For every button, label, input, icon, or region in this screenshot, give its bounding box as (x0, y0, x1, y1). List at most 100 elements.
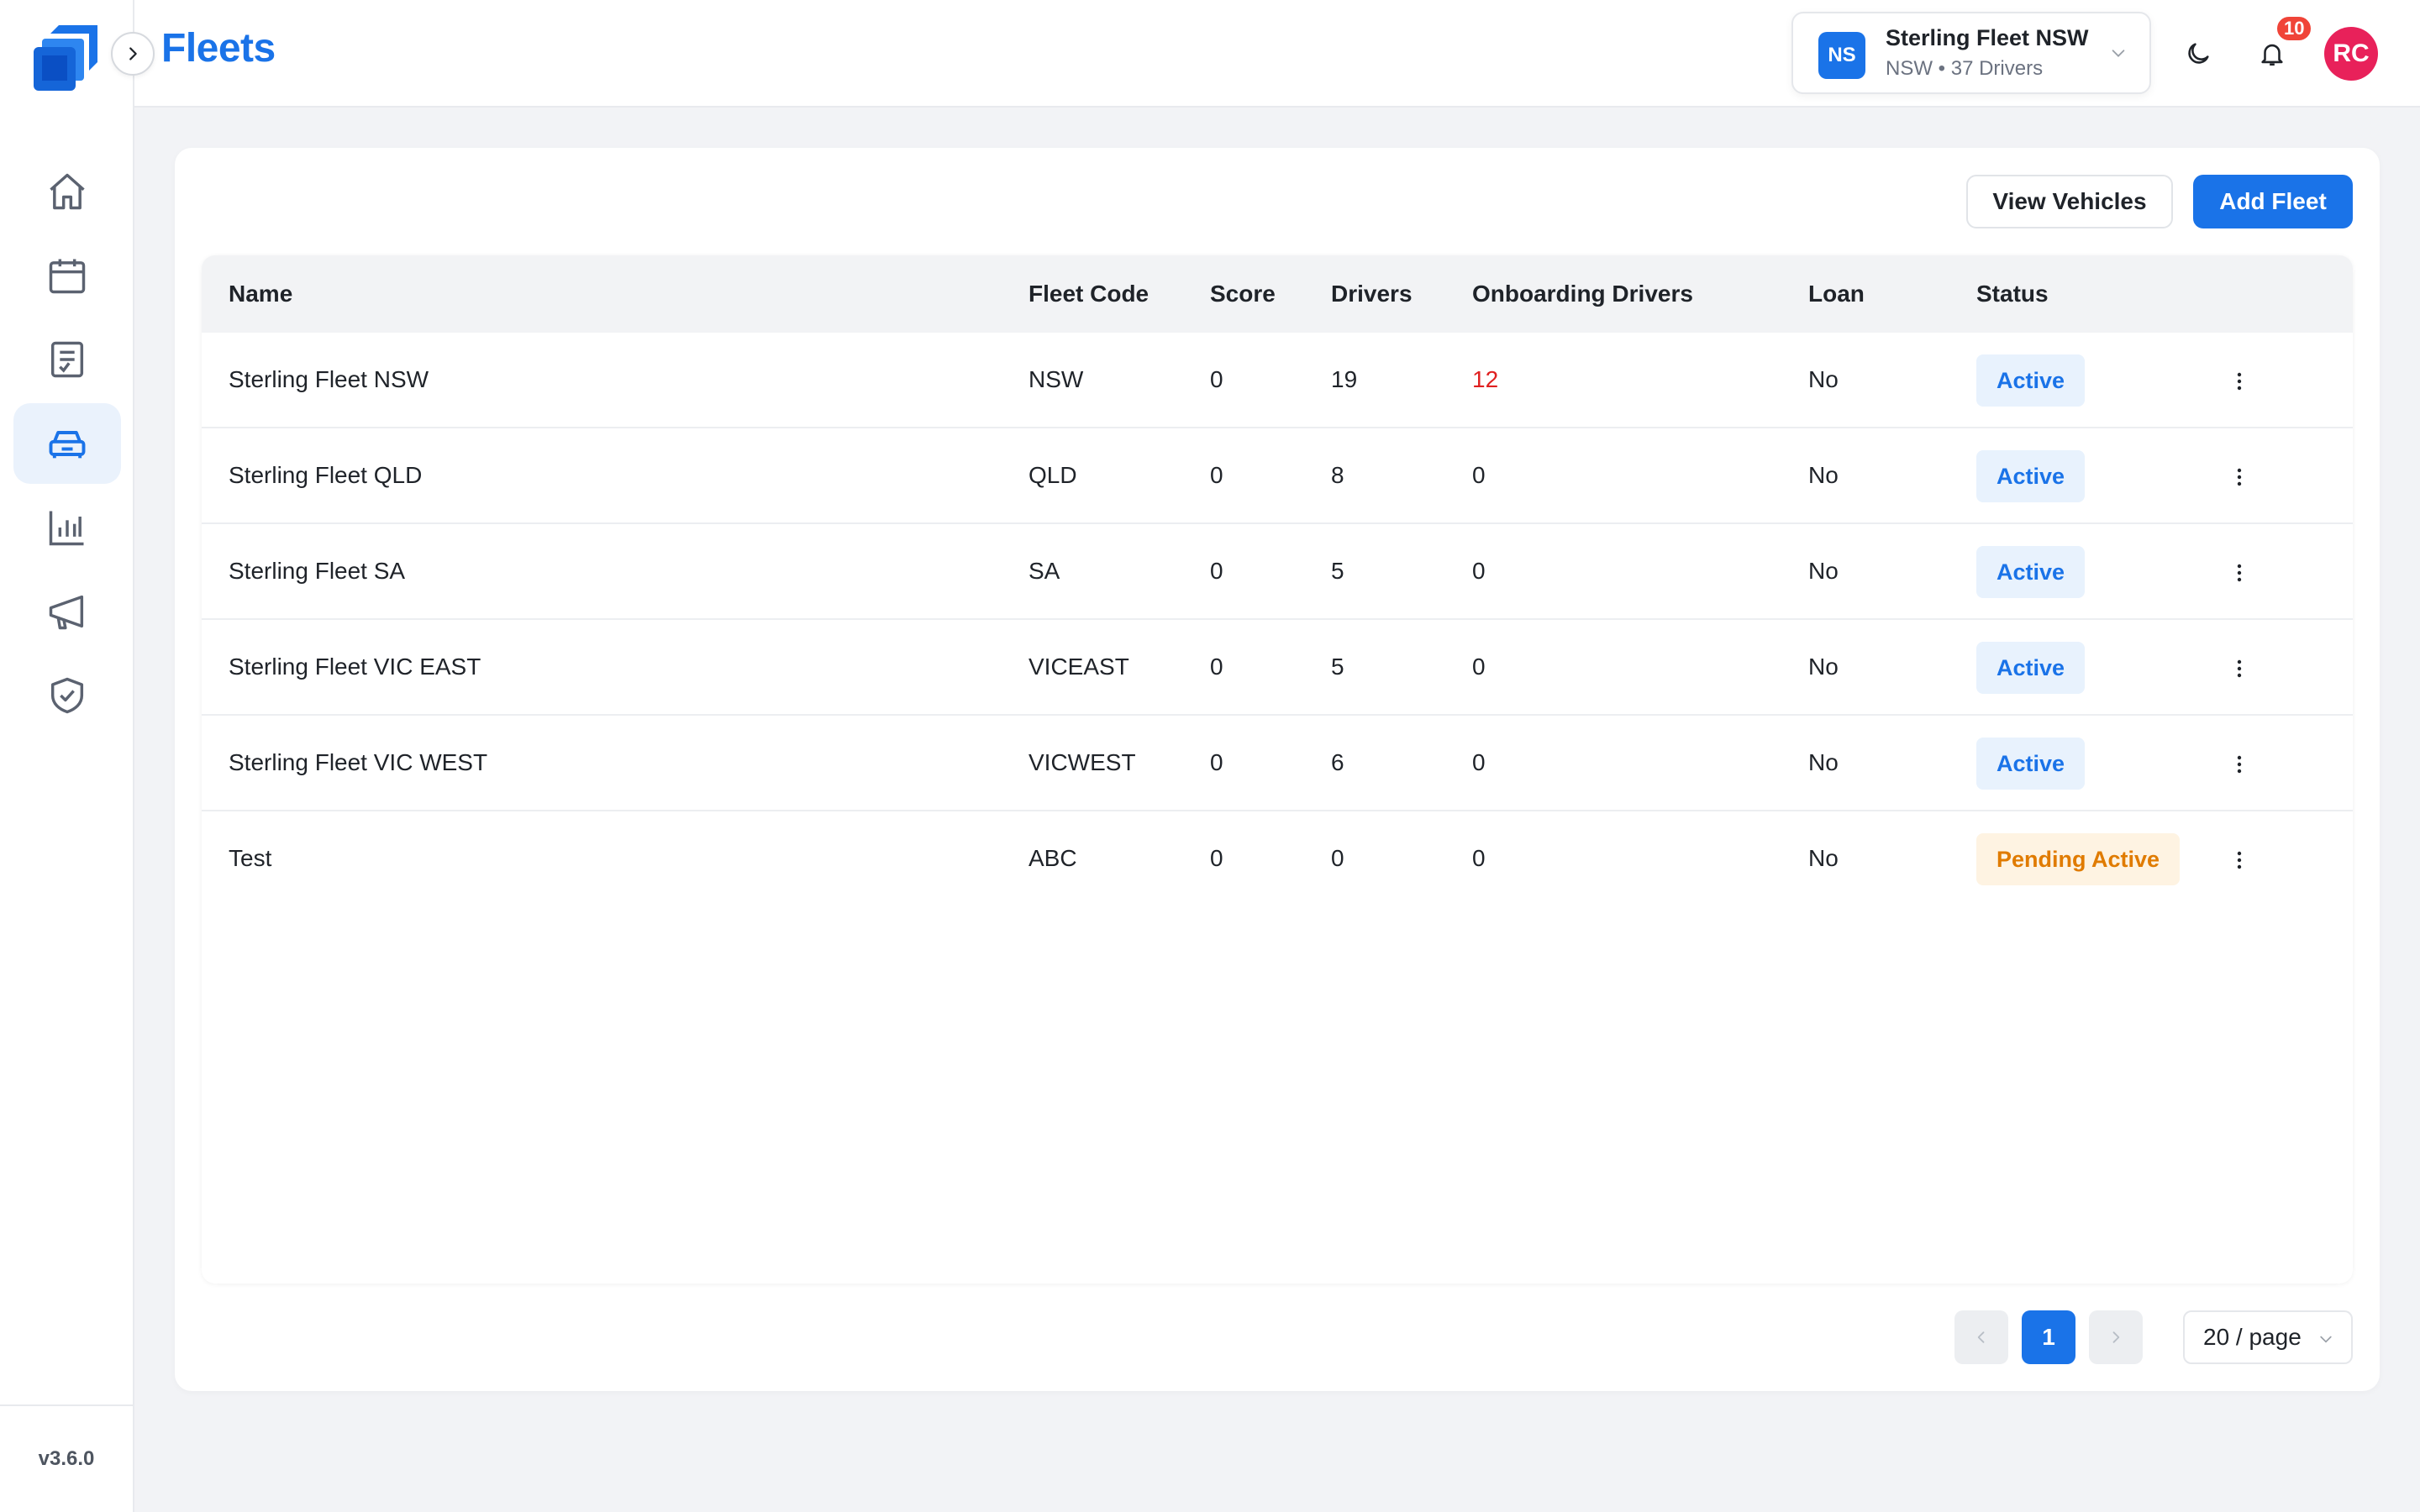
cell-drivers: 8 (1331, 462, 1344, 488)
row-actions-button[interactable] (2227, 654, 2252, 684)
cell-fleet-code: NSW (1028, 366, 1084, 392)
pagination-next-button[interactable] (2089, 1310, 2143, 1364)
status-badge: Active (1976, 642, 2086, 694)
cell-drivers: 5 (1331, 654, 1344, 680)
cell-loan: No (1808, 654, 1839, 680)
page-size-value: 20 / page (2203, 1324, 2302, 1350)
sidebar-item-announcements[interactable] (13, 571, 121, 652)
view-vehicles-button[interactable]: View Vehicles (1966, 175, 2173, 228)
pagination-page-button[interactable]: 1 (2022, 1310, 2075, 1364)
moon-icon (2188, 43, 2209, 64)
chevron-left-icon (1977, 1331, 1985, 1343)
cell-onboarding-drivers: 0 (1472, 558, 1486, 584)
calendar-icon (49, 259, 86, 294)
cell-loan: No (1808, 749, 1839, 775)
shield-check-icon (50, 677, 84, 714)
status-badge: Active (1976, 354, 2086, 407)
cell-loan: No (1808, 366, 1839, 392)
more-vertical-icon (2237, 755, 2242, 774)
cell-fleet-code: VICWEST (1028, 749, 1136, 775)
user-avatar[interactable]: RC (2324, 27, 2378, 81)
column-header-name[interactable]: Name (229, 281, 292, 307)
cell-fleet-code: QLD (1028, 462, 1077, 488)
notification-count-badge: 10 (2275, 15, 2313, 42)
cell-onboarding-drivers: 0 (1472, 654, 1486, 680)
cell-drivers: 5 (1331, 558, 1344, 584)
column-header-fleet-code[interactable]: Fleet Code (1028, 281, 1149, 307)
more-vertical-icon (2237, 372, 2242, 391)
page-title: Fleets (161, 26, 276, 71)
sidebar-item-documents[interactable] (13, 319, 121, 400)
cell-drivers: 6 (1331, 749, 1344, 775)
cell-score: 0 (1210, 749, 1223, 775)
cell-score: 0 (1210, 366, 1223, 392)
sidebar-item-compliance[interactable] (13, 655, 121, 736)
row-actions-button[interactable] (2227, 558, 2252, 588)
table-row[interactable]: Sterling Fleet NSW NSW 0 19 12 No Active (202, 333, 2353, 428)
cell-score: 0 (1210, 558, 1223, 584)
top-header: Fleets NS Sterling Fleet NSW NSW • 37 Dr… (111, 0, 2420, 108)
column-header-drivers[interactable]: Drivers (1331, 281, 1413, 307)
column-header-score[interactable]: Score (1210, 281, 1276, 307)
fleet-switcher[interactable]: NS Sterling Fleet NSW NSW • 37 Drivers (1791, 12, 2151, 94)
more-vertical-icon (2237, 851, 2242, 869)
status-badge: Active (1976, 546, 2086, 598)
app-logo[interactable] (30, 22, 103, 94)
chevron-down-icon (2320, 1336, 2332, 1343)
column-header-onboarding-drivers[interactable]: Onboarding Drivers (1472, 281, 1693, 307)
more-vertical-icon (2237, 659, 2242, 678)
row-actions-button[interactable] (2227, 845, 2252, 875)
more-vertical-icon (2237, 564, 2242, 582)
version-footer: v3.6.0 (0, 1404, 133, 1512)
document-icon (50, 341, 84, 378)
sidebar-toggle-button[interactable] (111, 32, 155, 76)
cell-drivers: 19 (1331, 366, 1358, 392)
cell-onboarding-drivers: 12 (1472, 366, 1499, 392)
table-row[interactable]: Test ABC 0 0 0 No Pending Active (202, 811, 2353, 907)
pagination-prev-button[interactable] (1954, 1310, 2008, 1364)
table-row[interactable]: Sterling Fleet VIC EAST VICEAST 0 5 0 No… (202, 620, 2353, 716)
table-header: Name Fleet Code Score Drivers Onboarding… (202, 255, 2353, 333)
more-vertical-icon (2237, 468, 2242, 486)
cell-fleet-code: VICEAST (1028, 654, 1129, 680)
status-badge: Active (1976, 738, 2086, 790)
column-header-status[interactable]: Status (1976, 281, 2049, 307)
fleet-switcher-subtitle: NSW • 37 Drivers (1886, 57, 2044, 80)
table-row[interactable]: Sterling Fleet VIC WEST VICWEST 0 6 0 No… (202, 716, 2353, 811)
status-badge: Active (1976, 450, 2086, 502)
table-row[interactable]: Sterling Fleet SA SA 0 5 0 No Active (202, 524, 2353, 620)
home-icon (50, 173, 85, 210)
fleets-table: Name Fleet Code Score Drivers Onboarding… (202, 255, 2353, 1284)
cell-onboarding-drivers: 0 (1472, 845, 1486, 871)
cell-onboarding-drivers: 0 (1472, 749, 1486, 775)
bar-chart-icon (49, 511, 84, 546)
sidebar-item-fleets[interactable] (13, 403, 121, 484)
row-actions-button[interactable] (2227, 366, 2252, 396)
chevron-down-icon (2112, 50, 2125, 57)
add-fleet-button[interactable]: Add Fleet (2193, 175, 2353, 228)
row-actions-button[interactable] (2227, 749, 2252, 780)
cell-name[interactable]: Sterling Fleet VIC WEST (229, 749, 487, 776)
sidebar-item-calendar[interactable] (13, 235, 121, 316)
chevron-right-icon (129, 47, 137, 60)
cell-drivers: 0 (1331, 845, 1344, 871)
fleet-switcher-name: Sterling Fleet NSW (1886, 25, 2089, 50)
theme-toggle-button[interactable] (2175, 30, 2222, 77)
car-icon (49, 431, 86, 459)
cell-name[interactable]: Sterling Fleet VIC EAST (229, 654, 481, 680)
cell-name[interactable]: Sterling Fleet QLD (229, 462, 422, 489)
row-actions-button[interactable] (2227, 462, 2252, 492)
cell-name[interactable]: Sterling Fleet NSW (229, 366, 429, 393)
cell-fleet-code: ABC (1028, 845, 1077, 871)
sidebar-item-home[interactable] (13, 151, 121, 232)
cell-loan: No (1808, 845, 1839, 871)
cell-onboarding-drivers: 0 (1472, 462, 1486, 488)
page-size-select[interactable]: 20 / page (2183, 1310, 2353, 1364)
cell-score: 0 (1210, 845, 1223, 871)
cell-name[interactable]: Test (229, 845, 271, 872)
cell-name[interactable]: Sterling Fleet SA (229, 558, 405, 585)
table-row[interactable]: Sterling Fleet QLD QLD 0 8 0 No Active (202, 428, 2353, 524)
sidebar-item-reports[interactable] (13, 487, 121, 568)
column-header-loan[interactable]: Loan (1808, 281, 1865, 307)
megaphone-icon (49, 595, 84, 630)
